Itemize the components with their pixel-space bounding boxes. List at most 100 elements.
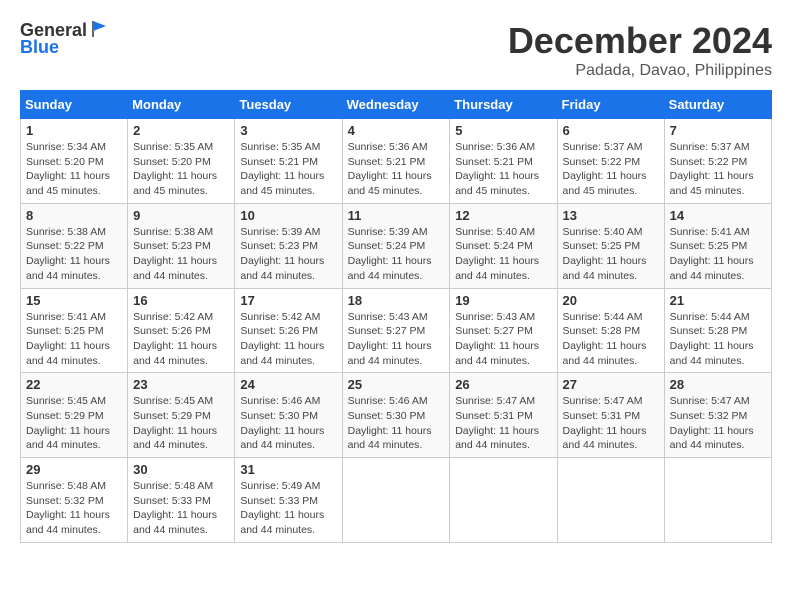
table-row: 15 Sunrise: 5:41 AM Sunset: 5:25 PM Dayl… bbox=[21, 288, 128, 373]
table-row: 14 Sunrise: 5:41 AM Sunset: 5:25 PM Dayl… bbox=[664, 203, 771, 288]
table-row bbox=[342, 458, 450, 543]
table-row: 10 Sunrise: 5:39 AM Sunset: 5:23 PM Dayl… bbox=[235, 203, 342, 288]
day-number: 19 bbox=[455, 293, 551, 308]
calendar-header-row: Sunday Monday Tuesday Wednesday Thursday… bbox=[21, 91, 772, 119]
title-section: December 2024 Padada, Davao, Philippines bbox=[508, 20, 772, 80]
day-info: Sunrise: 5:36 AM Sunset: 5:21 PM Dayligh… bbox=[455, 140, 551, 199]
table-row: 24 Sunrise: 5:46 AM Sunset: 5:30 PM Dayl… bbox=[235, 373, 342, 458]
table-row: 31 Sunrise: 5:49 AM Sunset: 5:33 PM Dayl… bbox=[235, 458, 342, 543]
day-number: 26 bbox=[455, 377, 551, 392]
day-number: 21 bbox=[670, 293, 766, 308]
col-tuesday: Tuesday bbox=[235, 91, 342, 119]
day-number: 9 bbox=[133, 208, 229, 223]
day-info: Sunrise: 5:46 AM Sunset: 5:30 PM Dayligh… bbox=[240, 394, 336, 453]
col-wednesday: Wednesday bbox=[342, 91, 450, 119]
day-number: 20 bbox=[563, 293, 659, 308]
table-row: 13 Sunrise: 5:40 AM Sunset: 5:25 PM Dayl… bbox=[557, 203, 664, 288]
table-row: 21 Sunrise: 5:44 AM Sunset: 5:28 PM Dayl… bbox=[664, 288, 771, 373]
logo-text-group: General Blue bbox=[20, 20, 110, 58]
day-info: Sunrise: 5:42 AM Sunset: 5:26 PM Dayligh… bbox=[133, 310, 229, 369]
table-row: 25 Sunrise: 5:46 AM Sunset: 5:30 PM Dayl… bbox=[342, 373, 450, 458]
table-row: 12 Sunrise: 5:40 AM Sunset: 5:24 PM Dayl… bbox=[450, 203, 557, 288]
table-row: 1 Sunrise: 5:34 AM Sunset: 5:20 PM Dayli… bbox=[21, 119, 128, 204]
col-thursday: Thursday bbox=[450, 91, 557, 119]
day-info: Sunrise: 5:37 AM Sunset: 5:22 PM Dayligh… bbox=[563, 140, 659, 199]
logo-flag-icon bbox=[90, 19, 110, 39]
day-number: 15 bbox=[26, 293, 122, 308]
table-row: 28 Sunrise: 5:47 AM Sunset: 5:32 PM Dayl… bbox=[664, 373, 771, 458]
day-number: 30 bbox=[133, 462, 229, 477]
table-row: 2 Sunrise: 5:35 AM Sunset: 5:20 PM Dayli… bbox=[128, 119, 235, 204]
day-info: Sunrise: 5:45 AM Sunset: 5:29 PM Dayligh… bbox=[133, 394, 229, 453]
day-number: 17 bbox=[240, 293, 336, 308]
day-info: Sunrise: 5:34 AM Sunset: 5:20 PM Dayligh… bbox=[26, 140, 122, 199]
day-number: 8 bbox=[26, 208, 122, 223]
day-number: 10 bbox=[240, 208, 336, 223]
day-info: Sunrise: 5:36 AM Sunset: 5:21 PM Dayligh… bbox=[348, 140, 445, 199]
calendar-week-1: 1 Sunrise: 5:34 AM Sunset: 5:20 PM Dayli… bbox=[21, 119, 772, 204]
table-row: 4 Sunrise: 5:36 AM Sunset: 5:21 PM Dayli… bbox=[342, 119, 450, 204]
table-row: 6 Sunrise: 5:37 AM Sunset: 5:22 PM Dayli… bbox=[557, 119, 664, 204]
day-info: Sunrise: 5:43 AM Sunset: 5:27 PM Dayligh… bbox=[348, 310, 445, 369]
col-friday: Friday bbox=[557, 91, 664, 119]
table-row: 8 Sunrise: 5:38 AM Sunset: 5:22 PM Dayli… bbox=[21, 203, 128, 288]
table-row bbox=[557, 458, 664, 543]
day-info: Sunrise: 5:48 AM Sunset: 5:32 PM Dayligh… bbox=[26, 479, 122, 538]
day-number: 22 bbox=[26, 377, 122, 392]
calendar-week-4: 22 Sunrise: 5:45 AM Sunset: 5:29 PM Dayl… bbox=[21, 373, 772, 458]
day-number: 5 bbox=[455, 123, 551, 138]
day-info: Sunrise: 5:48 AM Sunset: 5:33 PM Dayligh… bbox=[133, 479, 229, 538]
day-number: 18 bbox=[348, 293, 445, 308]
day-info: Sunrise: 5:49 AM Sunset: 5:33 PM Dayligh… bbox=[240, 479, 336, 538]
table-row: 9 Sunrise: 5:38 AM Sunset: 5:23 PM Dayli… bbox=[128, 203, 235, 288]
day-info: Sunrise: 5:42 AM Sunset: 5:26 PM Dayligh… bbox=[240, 310, 336, 369]
col-sunday: Sunday bbox=[21, 91, 128, 119]
table-row bbox=[664, 458, 771, 543]
calendar-week-3: 15 Sunrise: 5:41 AM Sunset: 5:25 PM Dayl… bbox=[21, 288, 772, 373]
day-number: 2 bbox=[133, 123, 229, 138]
table-row: 17 Sunrise: 5:42 AM Sunset: 5:26 PM Dayl… bbox=[235, 288, 342, 373]
logo: General Blue bbox=[20, 20, 110, 58]
table-row: 5 Sunrise: 5:36 AM Sunset: 5:21 PM Dayli… bbox=[450, 119, 557, 204]
day-number: 1 bbox=[26, 123, 122, 138]
day-info: Sunrise: 5:40 AM Sunset: 5:24 PM Dayligh… bbox=[455, 225, 551, 284]
col-monday: Monday bbox=[128, 91, 235, 119]
day-info: Sunrise: 5:47 AM Sunset: 5:32 PM Dayligh… bbox=[670, 394, 766, 453]
table-row: 7 Sunrise: 5:37 AM Sunset: 5:22 PM Dayli… bbox=[664, 119, 771, 204]
table-row: 29 Sunrise: 5:48 AM Sunset: 5:32 PM Dayl… bbox=[21, 458, 128, 543]
col-saturday: Saturday bbox=[664, 91, 771, 119]
table-row: 23 Sunrise: 5:45 AM Sunset: 5:29 PM Dayl… bbox=[128, 373, 235, 458]
day-info: Sunrise: 5:38 AM Sunset: 5:22 PM Dayligh… bbox=[26, 225, 122, 284]
day-info: Sunrise: 5:35 AM Sunset: 5:21 PM Dayligh… bbox=[240, 140, 336, 199]
day-info: Sunrise: 5:47 AM Sunset: 5:31 PM Dayligh… bbox=[563, 394, 659, 453]
table-row: 18 Sunrise: 5:43 AM Sunset: 5:27 PM Dayl… bbox=[342, 288, 450, 373]
day-info: Sunrise: 5:41 AM Sunset: 5:25 PM Dayligh… bbox=[670, 225, 766, 284]
day-info: Sunrise: 5:40 AM Sunset: 5:25 PM Dayligh… bbox=[563, 225, 659, 284]
table-row: 11 Sunrise: 5:39 AM Sunset: 5:24 PM Dayl… bbox=[342, 203, 450, 288]
table-row: 16 Sunrise: 5:42 AM Sunset: 5:26 PM Dayl… bbox=[128, 288, 235, 373]
day-number: 28 bbox=[670, 377, 766, 392]
day-info: Sunrise: 5:38 AM Sunset: 5:23 PM Dayligh… bbox=[133, 225, 229, 284]
day-number: 12 bbox=[455, 208, 551, 223]
day-info: Sunrise: 5:37 AM Sunset: 5:22 PM Dayligh… bbox=[670, 140, 766, 199]
table-row bbox=[450, 458, 557, 543]
calendar-table: Sunday Monday Tuesday Wednesday Thursday… bbox=[20, 90, 772, 543]
day-info: Sunrise: 5:44 AM Sunset: 5:28 PM Dayligh… bbox=[563, 310, 659, 369]
day-number: 4 bbox=[348, 123, 445, 138]
day-number: 27 bbox=[563, 377, 659, 392]
day-number: 7 bbox=[670, 123, 766, 138]
day-info: Sunrise: 5:45 AM Sunset: 5:29 PM Dayligh… bbox=[26, 394, 122, 453]
calendar-week-5: 29 Sunrise: 5:48 AM Sunset: 5:32 PM Dayl… bbox=[21, 458, 772, 543]
table-row: 22 Sunrise: 5:45 AM Sunset: 5:29 PM Dayl… bbox=[21, 373, 128, 458]
table-row: 3 Sunrise: 5:35 AM Sunset: 5:21 PM Dayli… bbox=[235, 119, 342, 204]
day-number: 3 bbox=[240, 123, 336, 138]
table-row: 27 Sunrise: 5:47 AM Sunset: 5:31 PM Dayl… bbox=[557, 373, 664, 458]
day-number: 14 bbox=[670, 208, 766, 223]
day-info: Sunrise: 5:47 AM Sunset: 5:31 PM Dayligh… bbox=[455, 394, 551, 453]
day-number: 29 bbox=[26, 462, 122, 477]
calendar-week-2: 8 Sunrise: 5:38 AM Sunset: 5:22 PM Dayli… bbox=[21, 203, 772, 288]
day-info: Sunrise: 5:39 AM Sunset: 5:24 PM Dayligh… bbox=[348, 225, 445, 284]
table-row: 26 Sunrise: 5:47 AM Sunset: 5:31 PM Dayl… bbox=[450, 373, 557, 458]
day-number: 11 bbox=[348, 208, 445, 223]
day-info: Sunrise: 5:41 AM Sunset: 5:25 PM Dayligh… bbox=[26, 310, 122, 369]
